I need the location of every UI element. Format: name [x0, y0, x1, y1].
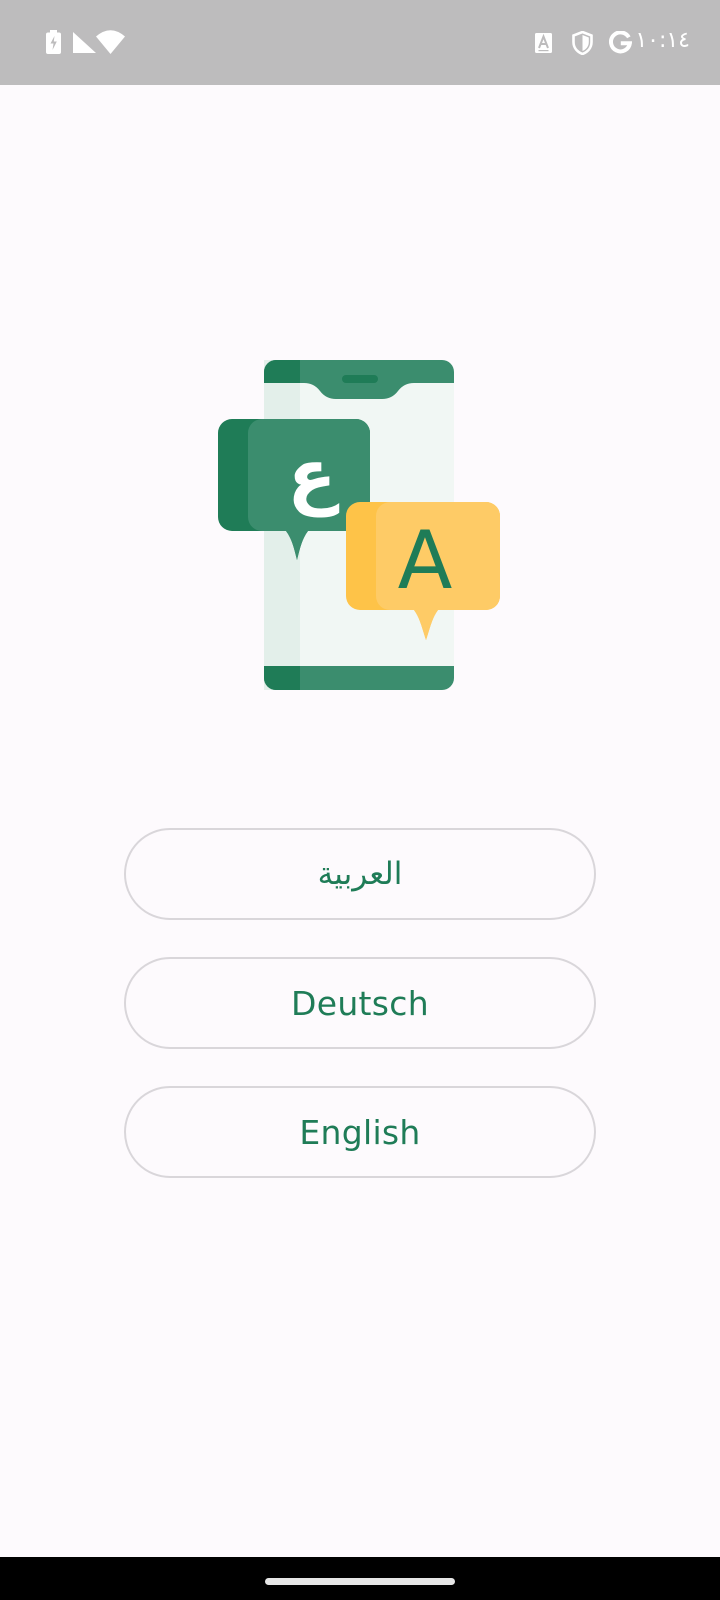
wifi-icon	[96, 30, 125, 54]
battery-charging-icon	[46, 30, 61, 54]
language-label-english: English	[299, 1112, 421, 1152]
language-button-german[interactable]: Deutsch	[124, 957, 596, 1049]
arabic-glyph: ع	[287, 433, 339, 518]
status-time: ١٠:١٤	[635, 28, 690, 53]
language-label-arabic: العربية	[317, 856, 403, 892]
language-button-arabic[interactable]: العربية	[124, 828, 596, 920]
home-gesture-handle[interactable]	[265, 1578, 455, 1585]
translation-illustration: ع A	[218, 360, 500, 690]
status-bar: ١٠:١٤	[0, 0, 720, 85]
language-label-german: Deutsch	[291, 983, 429, 1023]
google-icon	[609, 31, 632, 54]
cell-signal-icon	[73, 32, 96, 53]
phone-speaker	[342, 375, 378, 383]
language-button-english[interactable]: English	[124, 1086, 596, 1178]
latin-glyph: A	[398, 514, 453, 607]
shield-icon	[572, 31, 593, 55]
text-input-icon	[535, 33, 552, 53]
